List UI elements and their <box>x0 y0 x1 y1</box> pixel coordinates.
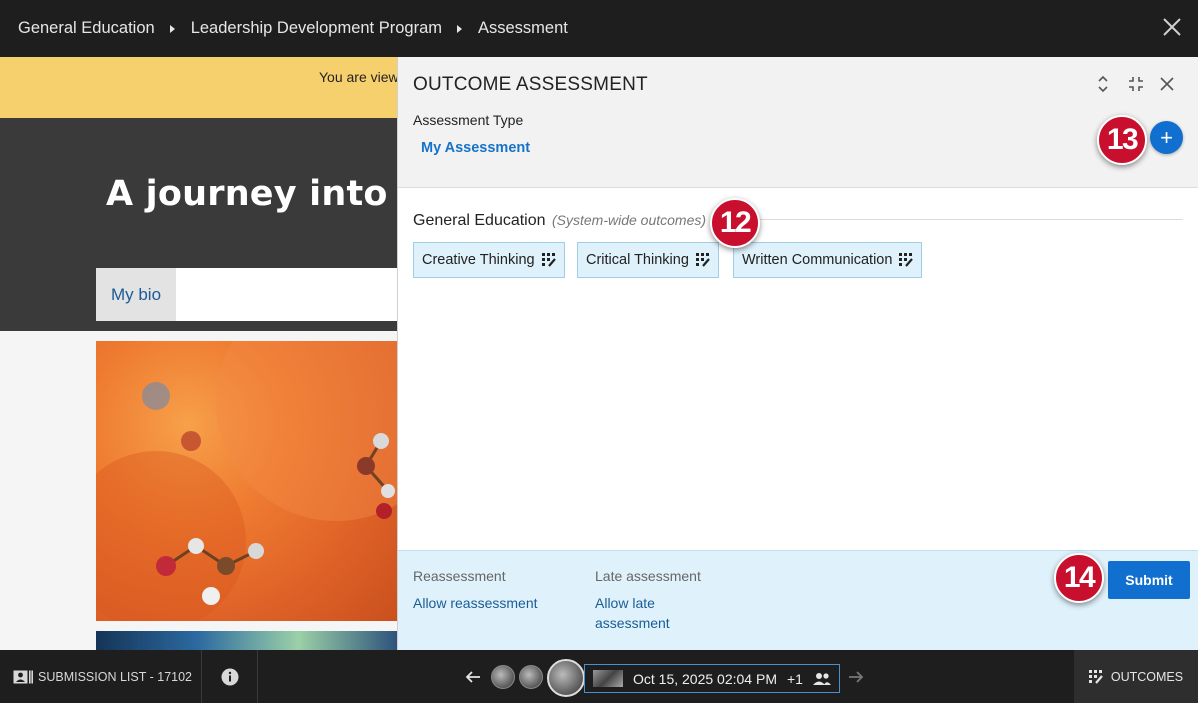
panel-header: OUTCOME ASSESSMENT Assessment Type My As… <box>398 57 1198 188</box>
submission-list-label: SUBMISSION LIST - 17102 <box>38 669 192 684</box>
callout-14: 14 <box>1054 553 1104 603</box>
reassessment-label: Reassessment <box>413 568 506 584</box>
close-icon[interactable] <box>1161 16 1183 38</box>
submission-date-selector[interactable]: Oct 15, 2025 02:04 PM +1 <box>584 664 840 693</box>
submission-list-button[interactable]: SUBMISSION LIST - 17102 <box>0 650 202 703</box>
molecule-illustration <box>96 341 400 621</box>
id-card-icon <box>13 670 33 683</box>
breadcrumb: General Education Leadership Development… <box>18 0 568 57</box>
submission-preview-thumbnail <box>593 670 623 687</box>
allow-reassessment-link[interactable]: Allow reassessment <box>413 593 538 613</box>
outcomes-grid-icon <box>695 253 710 267</box>
outcome-chip-written-communication[interactable]: Written Communication <box>733 242 923 278</box>
page-content <box>0 331 400 650</box>
info-icon <box>221 668 239 685</box>
section-divider <box>758 219 1183 220</box>
submission-thumbnail[interactable] <box>491 665 515 689</box>
close-panel-icon[interactable] <box>1158 75 1176 93</box>
breadcrumb-separator-icon <box>457 24 462 33</box>
callout-13: 13 <box>1097 115 1147 165</box>
molecule-photo <box>96 341 400 621</box>
arrow-right-icon[interactable] <box>848 669 864 685</box>
section-subtitle: (System-wide outcomes) <box>551 212 707 228</box>
outcome-section-title: General Education (System-wide outcomes) <box>413 212 706 230</box>
outcomes-grid-icon <box>899 253 914 267</box>
bottom-bar: SUBMISSION LIST - 17102 Oct 15, 2025 02:… <box>0 650 1198 703</box>
info-button[interactable] <box>203 650 258 703</box>
submit-button[interactable]: Submit <box>1108 561 1190 599</box>
section-title-text: General Education <box>413 212 546 229</box>
expand-vertical-icon[interactable] <box>1094 75 1112 93</box>
outcome-chip-critical-thinking[interactable]: Critical Thinking <box>577 242 719 278</box>
earth-photo <box>96 631 400 650</box>
allow-late-assessment-link[interactable]: Allow late assessment <box>595 593 687 633</box>
outcomes-grid-icon <box>1088 669 1103 684</box>
breadcrumb-separator-icon <box>169 24 175 33</box>
chip-label: Creative Thinking <box>422 252 535 268</box>
submission-date: Oct 15, 2025 02:04 PM <box>633 670 777 687</box>
outcome-chip-creative-thinking[interactable]: Creative Thinking <box>413 242 565 278</box>
banner-text: You are view <box>319 69 399 85</box>
people-icon <box>812 672 831 685</box>
hero-title: A journey into m <box>106 174 400 214</box>
callout-12: 12 <box>710 198 760 248</box>
chip-label: Critical Thinking <box>586 252 689 268</box>
collapse-icon[interactable] <box>1127 75 1145 93</box>
outcomes-label: OUTCOMES <box>1110 669 1184 684</box>
current-submission-thumbnail[interactable] <box>547 659 585 697</box>
outcomes-grid-icon <box>541 253 556 267</box>
panel-title: OUTCOME ASSESSMENT <box>413 74 648 95</box>
outcomes-button[interactable]: OUTCOMES <box>1074 650 1198 703</box>
breadcrumb-item-general-education[interactable]: General Education <box>18 19 155 38</box>
top-bar: General Education Leadership Development… <box>0 0 1198 57</box>
arrow-left-icon[interactable] <box>465 669 481 685</box>
tab-my-bio[interactable]: My bio <box>96 268 176 321</box>
assessment-type-link[interactable]: My Assessment <box>421 140 530 156</box>
chip-label: Written Communication <box>742 252 893 268</box>
breadcrumb-item-program[interactable]: Leadership Development Program <box>191 19 442 38</box>
breadcrumb-item-assessment: Assessment <box>478 19 568 37</box>
add-assessment-button[interactable]: + <box>1150 121 1183 154</box>
late-assessment-label: Late assessment <box>595 568 701 584</box>
hero-section: A journey into m My bio <box>0 118 400 331</box>
page-tab-bar: My bio <box>96 268 400 321</box>
submission-thumbnail[interactable] <box>519 665 543 689</box>
notice-banner: You are view <box>0 57 400 118</box>
assessment-type-label: Assessment Type <box>413 112 524 128</box>
more-count: +1 <box>786 670 803 687</box>
